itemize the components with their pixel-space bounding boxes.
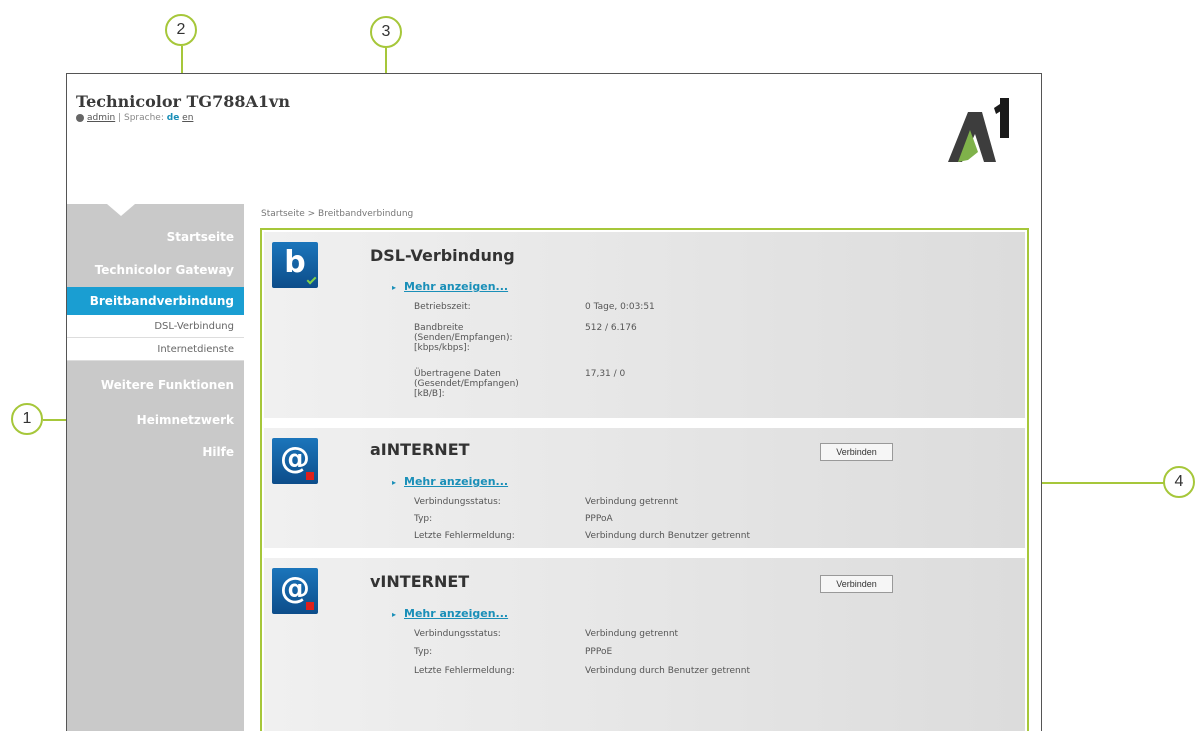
device-title: Technicolor TG788A1vn	[76, 92, 290, 111]
bullet-icon: ▸	[392, 610, 397, 619]
card-ainternet: @ aINTERNET Verbinden ▸ Mehr anzeigen...…	[264, 428, 1025, 548]
card-dsl: b DSL-Verbindung ▸ Mehr anzeigen... Betr…	[264, 232, 1025, 418]
internet-icon: @	[272, 568, 318, 614]
row-value: 512 / 6.176	[585, 323, 637, 333]
more-link[interactable]: Mehr anzeigen...	[404, 475, 508, 488]
card-title: vINTERNET	[370, 572, 470, 591]
callout-2: 2	[165, 14, 197, 46]
sidebar-item-hilfe[interactable]: Hilfe	[202, 445, 234, 459]
row-value: PPPoE	[585, 647, 613, 657]
row-label: Typ:	[414, 647, 433, 657]
sidebar-item-technicolor-gateway[interactable]: Technicolor Gateway	[95, 263, 234, 277]
row-value: Verbindung getrennt	[585, 629, 679, 639]
row-value: PPPoA	[585, 514, 613, 524]
sidebar-subnav: DSL-Verbindung Internetdienste	[67, 315, 244, 361]
a1-logo	[948, 98, 1009, 162]
card-title: DSL-Verbindung	[370, 246, 515, 265]
bullet-icon: ▸	[392, 478, 397, 487]
more-link[interactable]: Mehr anzeigen...	[404, 280, 508, 293]
row-value: Verbindung getrennt	[585, 497, 679, 507]
sidebar-subitem-internetdienste[interactable]: Internetdienste	[67, 338, 244, 361]
callout-3: 3	[370, 16, 402, 48]
sidebar-item-weitere-funktionen[interactable]: Weitere Funktionen	[101, 378, 234, 392]
sidebar: Startseite Technicolor Gateway Breitband…	[67, 204, 244, 731]
language-en[interactable]: en	[182, 113, 193, 123]
row-label: Verbindungsstatus:	[414, 497, 501, 507]
connect-button[interactable]: Verbinden	[820, 575, 893, 593]
row-label: Bandbreite (Senden/Empfangen): [kbps/kbp…	[414, 323, 513, 353]
row-label: Letzte Fehlermeldung:	[414, 531, 515, 541]
row-value: Verbindung durch Benutzer getrennt	[585, 666, 750, 676]
disconnected-icon	[306, 602, 314, 610]
row-value: 0 Tage, 0:03:51	[585, 302, 655, 312]
router-window: Technicolor TG788A1vn admin | Sprache: d…	[66, 73, 1042, 731]
callout-1: 1	[11, 403, 43, 435]
callout-line-4	[1028, 482, 1164, 484]
separator: |	[118, 113, 122, 123]
broadband-icon-glyph: b	[284, 245, 306, 280]
sidebar-item-startseite[interactable]: Startseite	[167, 230, 234, 244]
sidebar-item-breitbandverbindung[interactable]: Breitbandverbindung	[67, 287, 244, 315]
content-area: b DSL-Verbindung ▸ Mehr anzeigen... Betr…	[260, 228, 1029, 731]
row-value: 17,31 / 0	[585, 369, 626, 379]
sidebar-subitem-dsl[interactable]: DSL-Verbindung	[67, 315, 244, 338]
row-label: Betriebszeit:	[414, 302, 471, 312]
card-title: aINTERNET	[370, 440, 470, 459]
internet-icon: @	[272, 438, 318, 484]
row-label: Letzte Fehlermeldung:	[414, 666, 515, 676]
check-icon	[306, 274, 317, 285]
language-de[interactable]: de	[167, 113, 180, 123]
sidebar-item-heimnetzwerk[interactable]: Heimnetzwerk	[137, 413, 234, 427]
user-link[interactable]: admin	[87, 113, 115, 123]
language-label: Sprache:	[124, 113, 164, 123]
more-link[interactable]: Mehr anzeigen...	[404, 607, 508, 620]
user-language-bar: admin | Sprache: de en	[76, 113, 193, 123]
bullet-icon: ▸	[392, 283, 397, 292]
sidebar-notch	[107, 204, 135, 216]
user-icon	[76, 113, 84, 122]
row-label: Übertragene Daten (Gesendet/Empfangen) […	[414, 369, 519, 399]
internet-icon-glyph: @	[280, 441, 310, 476]
breadcrumb: Startseite > Breitbandverbindung	[261, 209, 414, 219]
row-label: Verbindungsstatus:	[414, 629, 501, 639]
row-value: Verbindung durch Benutzer getrennt	[585, 531, 750, 541]
disconnected-icon	[306, 472, 314, 480]
card-vinternet: @ vINTERNET Verbinden ▸ Mehr anzeigen...…	[264, 558, 1025, 731]
internet-icon-glyph: @	[280, 571, 310, 606]
row-label: Typ:	[414, 514, 433, 524]
connect-button[interactable]: Verbinden	[820, 443, 893, 461]
broadband-icon: b	[272, 242, 318, 288]
callout-4: 4	[1163, 466, 1195, 498]
